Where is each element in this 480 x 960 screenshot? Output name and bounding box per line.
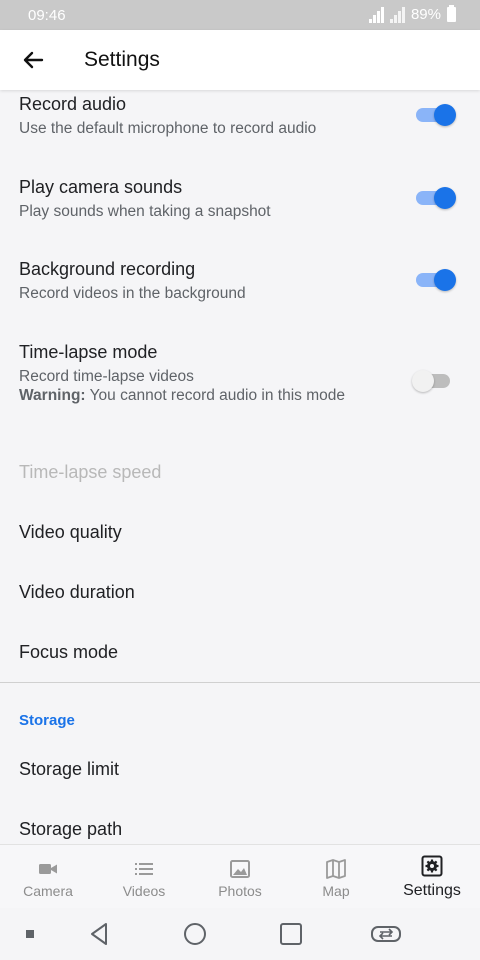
battery-percent: 89%: [410, 6, 441, 23]
bottom-navigation: Camera Videos Photos Map Settings: [0, 844, 480, 908]
system-navigation-bar: [0, 908, 480, 960]
signal-2-icon: [389, 6, 405, 23]
nav-label: Camera: [23, 883, 73, 899]
setting-title: Record audio: [19, 94, 127, 114]
nav-map[interactable]: Map: [288, 845, 384, 909]
setting-record-audio[interactable]: Record audio Use the default microphone …: [0, 90, 480, 162]
setting-title: Storage path: [19, 819, 123, 839]
section-divider: [0, 682, 480, 683]
background-recording-toggle[interactable]: [414, 268, 458, 292]
time-lapse-toggle[interactable]: [412, 369, 458, 393]
setting-subtitle: Use the default microphone to record aud…: [19, 120, 317, 137]
switch-apps-icon[interactable]: [370, 921, 402, 947]
signal-icon: [368, 6, 384, 23]
settings-list[interactable]: Record audio Use the default microphone …: [0, 90, 480, 844]
recents-nav-icon[interactable]: [278, 921, 304, 947]
battery-icon: [447, 5, 456, 22]
videocam-icon: [39, 864, 57, 874]
setting-time-lapse-speed: Time-lapse speed: [0, 452, 480, 496]
setting-storage-limit[interactable]: Storage limit: [0, 749, 480, 793]
setting-focus-mode[interactable]: Focus mode: [0, 632, 480, 676]
nav-label: Videos: [122, 883, 166, 899]
settings-icon: [421, 855, 443, 877]
nav-videos[interactable]: Videos: [96, 845, 192, 909]
camera-sounds-toggle[interactable]: [414, 186, 458, 210]
setting-play-camera-sounds[interactable]: Play camera sounds Play sounds when taki…: [0, 174, 480, 246]
setting-title: Play camera sounds: [19, 177, 183, 197]
status-bar: 09:46 89%: [0, 0, 480, 30]
setting-storage-path[interactable]: Storage path: [0, 809, 480, 844]
nav-label: Settings: [403, 882, 461, 899]
nav-photos[interactable]: Photos: [192, 845, 288, 909]
page-title: Settings: [84, 48, 160, 71]
indicator-dot-icon: [26, 930, 34, 938]
warning-label: Warning:: [19, 387, 86, 404]
app-bar: Settings: [0, 30, 480, 90]
setting-title: Background recording: [19, 259, 196, 279]
nav-label: Photos: [218, 883, 262, 899]
setting-background-recording[interactable]: Background recording Record videos in th…: [0, 257, 480, 329]
setting-video-duration[interactable]: Video duration: [0, 572, 480, 616]
setting-title: Time-lapse speed: [19, 462, 162, 482]
warning-text: You cannot record audio in this mode: [89, 387, 345, 404]
setting-video-quality[interactable]: Video quality: [0, 512, 480, 556]
back-nav-icon[interactable]: [86, 921, 112, 947]
record-audio-toggle[interactable]: [414, 103, 458, 127]
setting-title: Time-lapse mode: [19, 342, 158, 362]
setting-title: Storage limit: [19, 759, 120, 779]
setting-title: Focus mode: [19, 642, 119, 662]
setting-title: Video duration: [19, 582, 135, 602]
map-icon: [326, 859, 346, 879]
nav-settings[interactable]: Settings: [384, 845, 480, 909]
setting-subtitle: Record videos in the background: [19, 285, 246, 302]
back-arrow-icon[interactable]: [18, 45, 48, 75]
list-icon: [135, 863, 153, 875]
nav-label: Map: [322, 883, 350, 899]
status-time: 09:46: [28, 7, 66, 24]
section-header-storage: Storage: [19, 712, 75, 729]
nav-camera[interactable]: Camera: [0, 845, 96, 909]
setting-title: Video quality: [19, 522, 122, 542]
image-icon: [230, 860, 250, 878]
setting-subtitle: Record time-lapse videos: [19, 368, 194, 385]
home-nav-icon[interactable]: [182, 921, 208, 947]
setting-warning: Warning: You cannot record audio in this…: [19, 386, 379, 405]
setting-time-lapse-mode[interactable]: Time-lapse mode Record time-lapse videos…: [0, 340, 480, 430]
setting-subtitle: Play sounds when taking a snapshot: [19, 203, 271, 220]
